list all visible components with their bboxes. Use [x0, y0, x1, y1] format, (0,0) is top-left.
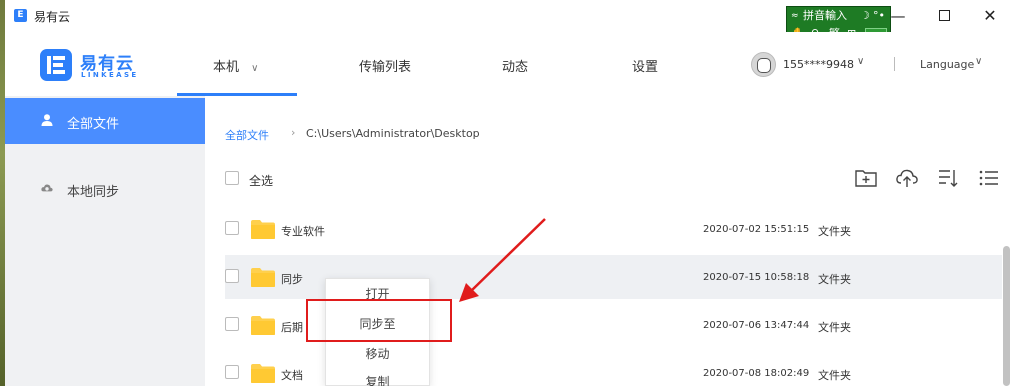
sidebar-item-label: 本地同步	[67, 185, 120, 200]
menu-item-move[interactable]: 移动	[326, 345, 429, 362]
ime-punct-icon[interactable]: °•	[873, 7, 885, 25]
nav-tab-settings[interactable]: 设置	[632, 56, 658, 75]
app-window: E 易有云 — ✕ ≈ 拼音輸入 ☽ °• ✋ ⚲ 繁 ⊞ 易有云 LINKEA…	[5, 0, 1018, 386]
folder-icon	[251, 364, 275, 383]
folder-icon	[251, 268, 275, 287]
maximize-button[interactable]	[929, 4, 959, 28]
ime-moon-icon[interactable]: ☽	[860, 7, 870, 25]
nav-tab-local[interactable]: 本机 ∨	[213, 56, 258, 75]
file-name: 文档	[281, 369, 303, 382]
avatar[interactable]	[751, 52, 776, 77]
linkease-logo-icon	[40, 49, 72, 81]
table-row[interactable]: 专业软件 2020-07-02 15:51:15 文件夹	[225, 207, 1002, 251]
file-type: 文件夹	[818, 369, 851, 382]
cloud-sync-icon	[41, 184, 53, 192]
file-name: 专业软件	[281, 225, 325, 238]
nav-tab-activity[interactable]: 动态	[502, 56, 528, 75]
row-checkbox[interactable]	[225, 269, 239, 283]
breadcrumb-path: C:\Users\Administrator\Desktop	[306, 127, 480, 140]
menu-item-copy[interactable]: 复制	[326, 373, 429, 386]
file-name: 后期	[281, 321, 303, 334]
sidebar-item-all-files[interactable]: 全部文件	[5, 98, 205, 144]
header-divider	[894, 57, 895, 71]
file-type: 文件夹	[818, 225, 851, 238]
window-title: 易有云	[34, 10, 71, 24]
user-icon	[41, 114, 53, 126]
app-logo-icon: E	[14, 9, 27, 22]
folder-icon	[251, 316, 275, 335]
logo-subtitle: LINKEASE	[81, 71, 139, 79]
nav-tab-local-label: 本机	[213, 60, 240, 75]
chevron-down-icon[interactable]: ∨	[975, 56, 982, 67]
maximize-icon	[938, 10, 950, 21]
language-selector[interactable]: Language	[920, 58, 974, 71]
scrollbar-thumb[interactable]	[1003, 246, 1010, 386]
file-type: 文件夹	[818, 273, 851, 286]
sidebar-item-local-sync[interactable]: 本地同步	[5, 166, 205, 212]
header: 易有云 LINKEASE 本机 ∨ 传输列表 动态 设置 155****9948…	[5, 32, 1018, 96]
sort-icon[interactable]	[936, 166, 960, 190]
row-checkbox[interactable]	[225, 317, 239, 331]
file-date: 2020-07-15 10:58:18	[703, 272, 810, 283]
sidebar-item-label: 全部文件	[67, 117, 120, 132]
nav-tab-transfer-list[interactable]: 传输列表	[359, 56, 411, 75]
row-checkbox[interactable]	[225, 221, 239, 235]
select-all-checkbox[interactable]	[225, 171, 239, 185]
folder-icon	[251, 220, 275, 239]
ime-collapse-icon[interactable]: ≈	[791, 7, 799, 25]
new-folder-icon[interactable]	[854, 166, 878, 190]
avatar-face-icon	[757, 58, 771, 73]
file-name: 同步	[281, 273, 303, 286]
list-view-icon[interactable]	[977, 166, 1001, 190]
select-all-label[interactable]: 全选	[249, 172, 273, 189]
sidebar: 全部文件 本地同步	[5, 96, 205, 386]
ime-mode-label[interactable]: 拼音輸入	[803, 7, 847, 25]
file-date: 2020-07-02 15:51:15	[703, 224, 810, 235]
breadcrumb-separator: ›	[291, 126, 296, 139]
ime-row-top: ≈ 拼音輸入 ☽ °•	[787, 7, 890, 25]
file-date: 2020-07-06 13:47:44	[703, 320, 810, 331]
breadcrumb-root[interactable]: 全部文件	[225, 127, 269, 143]
row-checkbox[interactable]	[225, 365, 239, 379]
file-type: 文件夹	[818, 321, 851, 334]
file-date: 2020-07-08 18:02:49	[703, 368, 810, 379]
user-account[interactable]: 155****9948	[783, 58, 854, 71]
chevron-down-icon: ∨	[251, 63, 259, 74]
chevron-down-icon[interactable]: ∨	[857, 56, 864, 67]
upload-icon[interactable]	[895, 166, 919, 190]
highlight-box	[306, 299, 452, 342]
close-button[interactable]: ✕	[975, 4, 1005, 28]
